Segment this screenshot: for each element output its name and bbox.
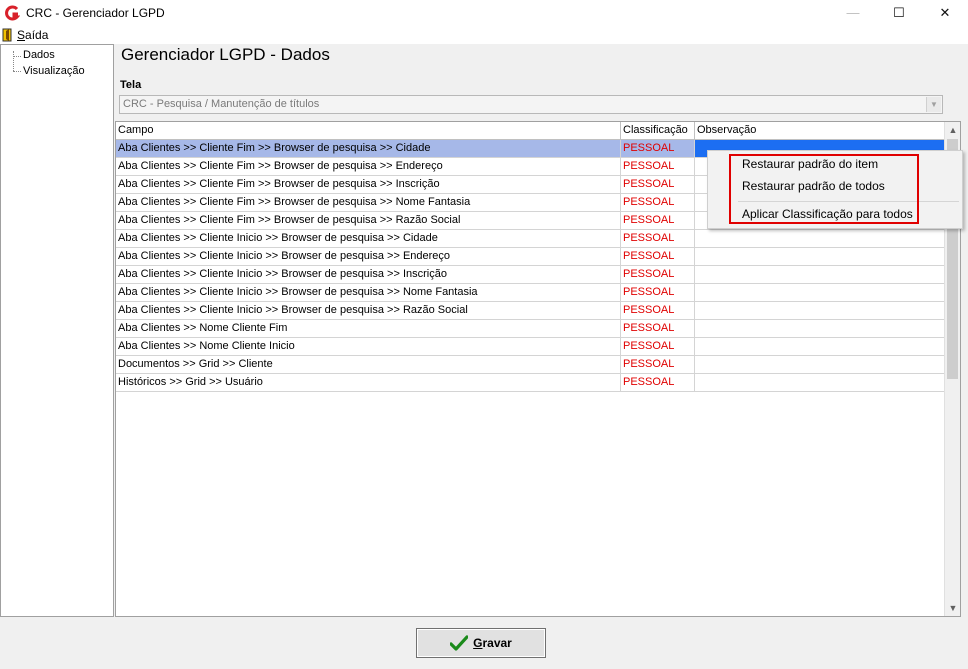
cell-classificacao[interactable]: PESSOAL xyxy=(621,248,695,265)
tree-connector xyxy=(13,51,14,71)
cell-campo[interactable]: Aba Clientes >> Cliente Fim >> Browser d… xyxy=(116,194,621,211)
tree-branch xyxy=(13,71,21,72)
cell-classificacao[interactable]: PESSOAL xyxy=(621,374,695,391)
cell-observacao[interactable] xyxy=(695,302,945,319)
cell-campo[interactable]: Históricos >> Grid >> Usuário xyxy=(116,374,621,391)
cell-classificacao[interactable]: PESSOAL xyxy=(621,176,695,193)
table-row[interactable]: Aba Clientes >> Cliente Inicio >> Browse… xyxy=(116,266,945,284)
save-button[interactable]: Gravar xyxy=(416,628,546,658)
exit-door-icon xyxy=(2,28,14,42)
cell-campo[interactable]: Aba Clientes >> Cliente Fim >> Browser d… xyxy=(116,176,621,193)
column-header-observacao[interactable]: Observação xyxy=(695,122,945,139)
cell-campo[interactable]: Aba Clientes >> Cliente Inicio >> Browse… xyxy=(116,284,621,301)
app-window: CRC - Gerenciador LGPD — ☐ ✕ Saída Dados… xyxy=(0,0,968,669)
menu-bar: Saída xyxy=(0,25,968,44)
tela-select-value: CRC - Pesquisa / Manutenção de títulos xyxy=(123,98,320,110)
close-button[interactable]: ✕ xyxy=(922,0,968,25)
cell-classificacao[interactable]: PESSOAL xyxy=(621,230,695,247)
cell-campo[interactable]: Aba Clientes >> Nome Cliente Inicio xyxy=(116,338,621,355)
cell-classificacao[interactable]: PESSOAL xyxy=(621,338,695,355)
context-menu-highlight-box xyxy=(729,154,919,224)
cell-classificacao[interactable]: PESSOAL xyxy=(621,158,695,175)
scroll-down-icon[interactable]: ▼ xyxy=(945,600,961,616)
crc-logo-icon xyxy=(4,5,20,21)
tela-select[interactable]: CRC - Pesquisa / Manutenção de títulos ▼ xyxy=(119,95,943,114)
cell-observacao[interactable] xyxy=(695,338,945,355)
cell-observacao[interactable] xyxy=(695,266,945,283)
cell-classificacao[interactable]: PESSOAL xyxy=(621,320,695,337)
cell-classificacao[interactable]: PESSOAL xyxy=(621,140,695,157)
window-controls: — ☐ ✕ xyxy=(830,0,968,25)
cell-observacao[interactable] xyxy=(695,356,945,373)
tree-item-dados[interactable]: Dados xyxy=(23,49,55,61)
grid-header: Campo Classificação Observação xyxy=(116,122,945,140)
cell-campo[interactable]: Aba Clientes >> Nome Cliente Fim xyxy=(116,320,621,337)
cell-classificacao[interactable]: PESSOAL xyxy=(621,194,695,211)
table-row[interactable]: Aba Clientes >> Cliente Inicio >> Browse… xyxy=(116,230,945,248)
tela-label: Tela xyxy=(120,79,142,91)
cell-observacao[interactable] xyxy=(695,284,945,301)
save-button-label: Gravar xyxy=(473,636,512,650)
menu-exit-label: Saída xyxy=(17,27,49,42)
table-row[interactable]: Aba Clientes >> Cliente Inicio >> Browse… xyxy=(116,284,945,302)
cell-campo[interactable]: Aba Clientes >> Cliente Fim >> Browser d… xyxy=(116,158,621,175)
cell-classificacao[interactable]: PESSOAL xyxy=(621,284,695,301)
cell-observacao[interactable] xyxy=(695,248,945,265)
cell-classificacao[interactable]: PESSOAL xyxy=(621,212,695,229)
page-title: Gerenciador LGPD - Dados xyxy=(121,45,330,64)
cell-campo[interactable]: Aba Clientes >> Cliente Inicio >> Browse… xyxy=(116,302,621,319)
table-row[interactable]: Aba Clientes >> Nome Cliente Inicio PESS… xyxy=(116,338,945,356)
tree-item-visualizacao[interactable]: Visualização xyxy=(23,65,85,77)
cell-classificacao[interactable]: PESSOAL xyxy=(621,266,695,283)
maximize-button[interactable]: ☐ xyxy=(876,0,922,25)
table-row[interactable]: Históricos >> Grid >> Usuário PESSOAL xyxy=(116,374,945,392)
cell-campo[interactable]: Aba Clientes >> Cliente Inicio >> Browse… xyxy=(116,230,621,247)
checkmark-icon xyxy=(450,635,469,651)
table-row[interactable]: Documentos >> Grid >> Cliente PESSOAL xyxy=(116,356,945,374)
minimize-button[interactable]: — xyxy=(830,0,876,25)
table-row[interactable]: Aba Clientes >> Cliente Inicio >> Browse… xyxy=(116,302,945,320)
cell-campo[interactable]: Aba Clientes >> Cliente Fim >> Browser d… xyxy=(116,140,621,157)
table-row[interactable]: Aba Clientes >> Nome Cliente Fim PESSOAL xyxy=(116,320,945,338)
cell-classificacao[interactable]: PESSOAL xyxy=(621,356,695,373)
navigation-tree: Dados Visualização xyxy=(0,44,114,617)
scroll-up-icon[interactable]: ▲ xyxy=(945,122,961,138)
menu-exit[interactable]: Saída xyxy=(2,28,48,42)
table-row[interactable]: Aba Clientes >> Cliente Inicio >> Browse… xyxy=(116,248,945,266)
window-title: CRC - Gerenciador LGPD xyxy=(26,5,165,20)
cell-classificacao[interactable]: PESSOAL xyxy=(621,302,695,319)
cell-observacao[interactable] xyxy=(695,230,945,247)
column-header-campo[interactable]: Campo xyxy=(116,122,621,139)
tree-branch xyxy=(13,56,21,57)
cell-campo[interactable]: Aba Clientes >> Cliente Inicio >> Browse… xyxy=(116,266,621,283)
cell-campo[interactable]: Aba Clientes >> Cliente Inicio >> Browse… xyxy=(116,248,621,265)
cell-observacao[interactable] xyxy=(695,320,945,337)
chevron-down-icon[interactable]: ▼ xyxy=(926,97,941,112)
column-header-classificacao[interactable]: Classificação xyxy=(621,122,695,139)
title-bar: CRC - Gerenciador LGPD — ☐ ✕ xyxy=(0,0,968,25)
cell-campo[interactable]: Aba Clientes >> Cliente Fim >> Browser d… xyxy=(116,212,621,229)
cell-campo[interactable]: Documentos >> Grid >> Cliente xyxy=(116,356,621,373)
cell-observacao[interactable] xyxy=(695,374,945,391)
